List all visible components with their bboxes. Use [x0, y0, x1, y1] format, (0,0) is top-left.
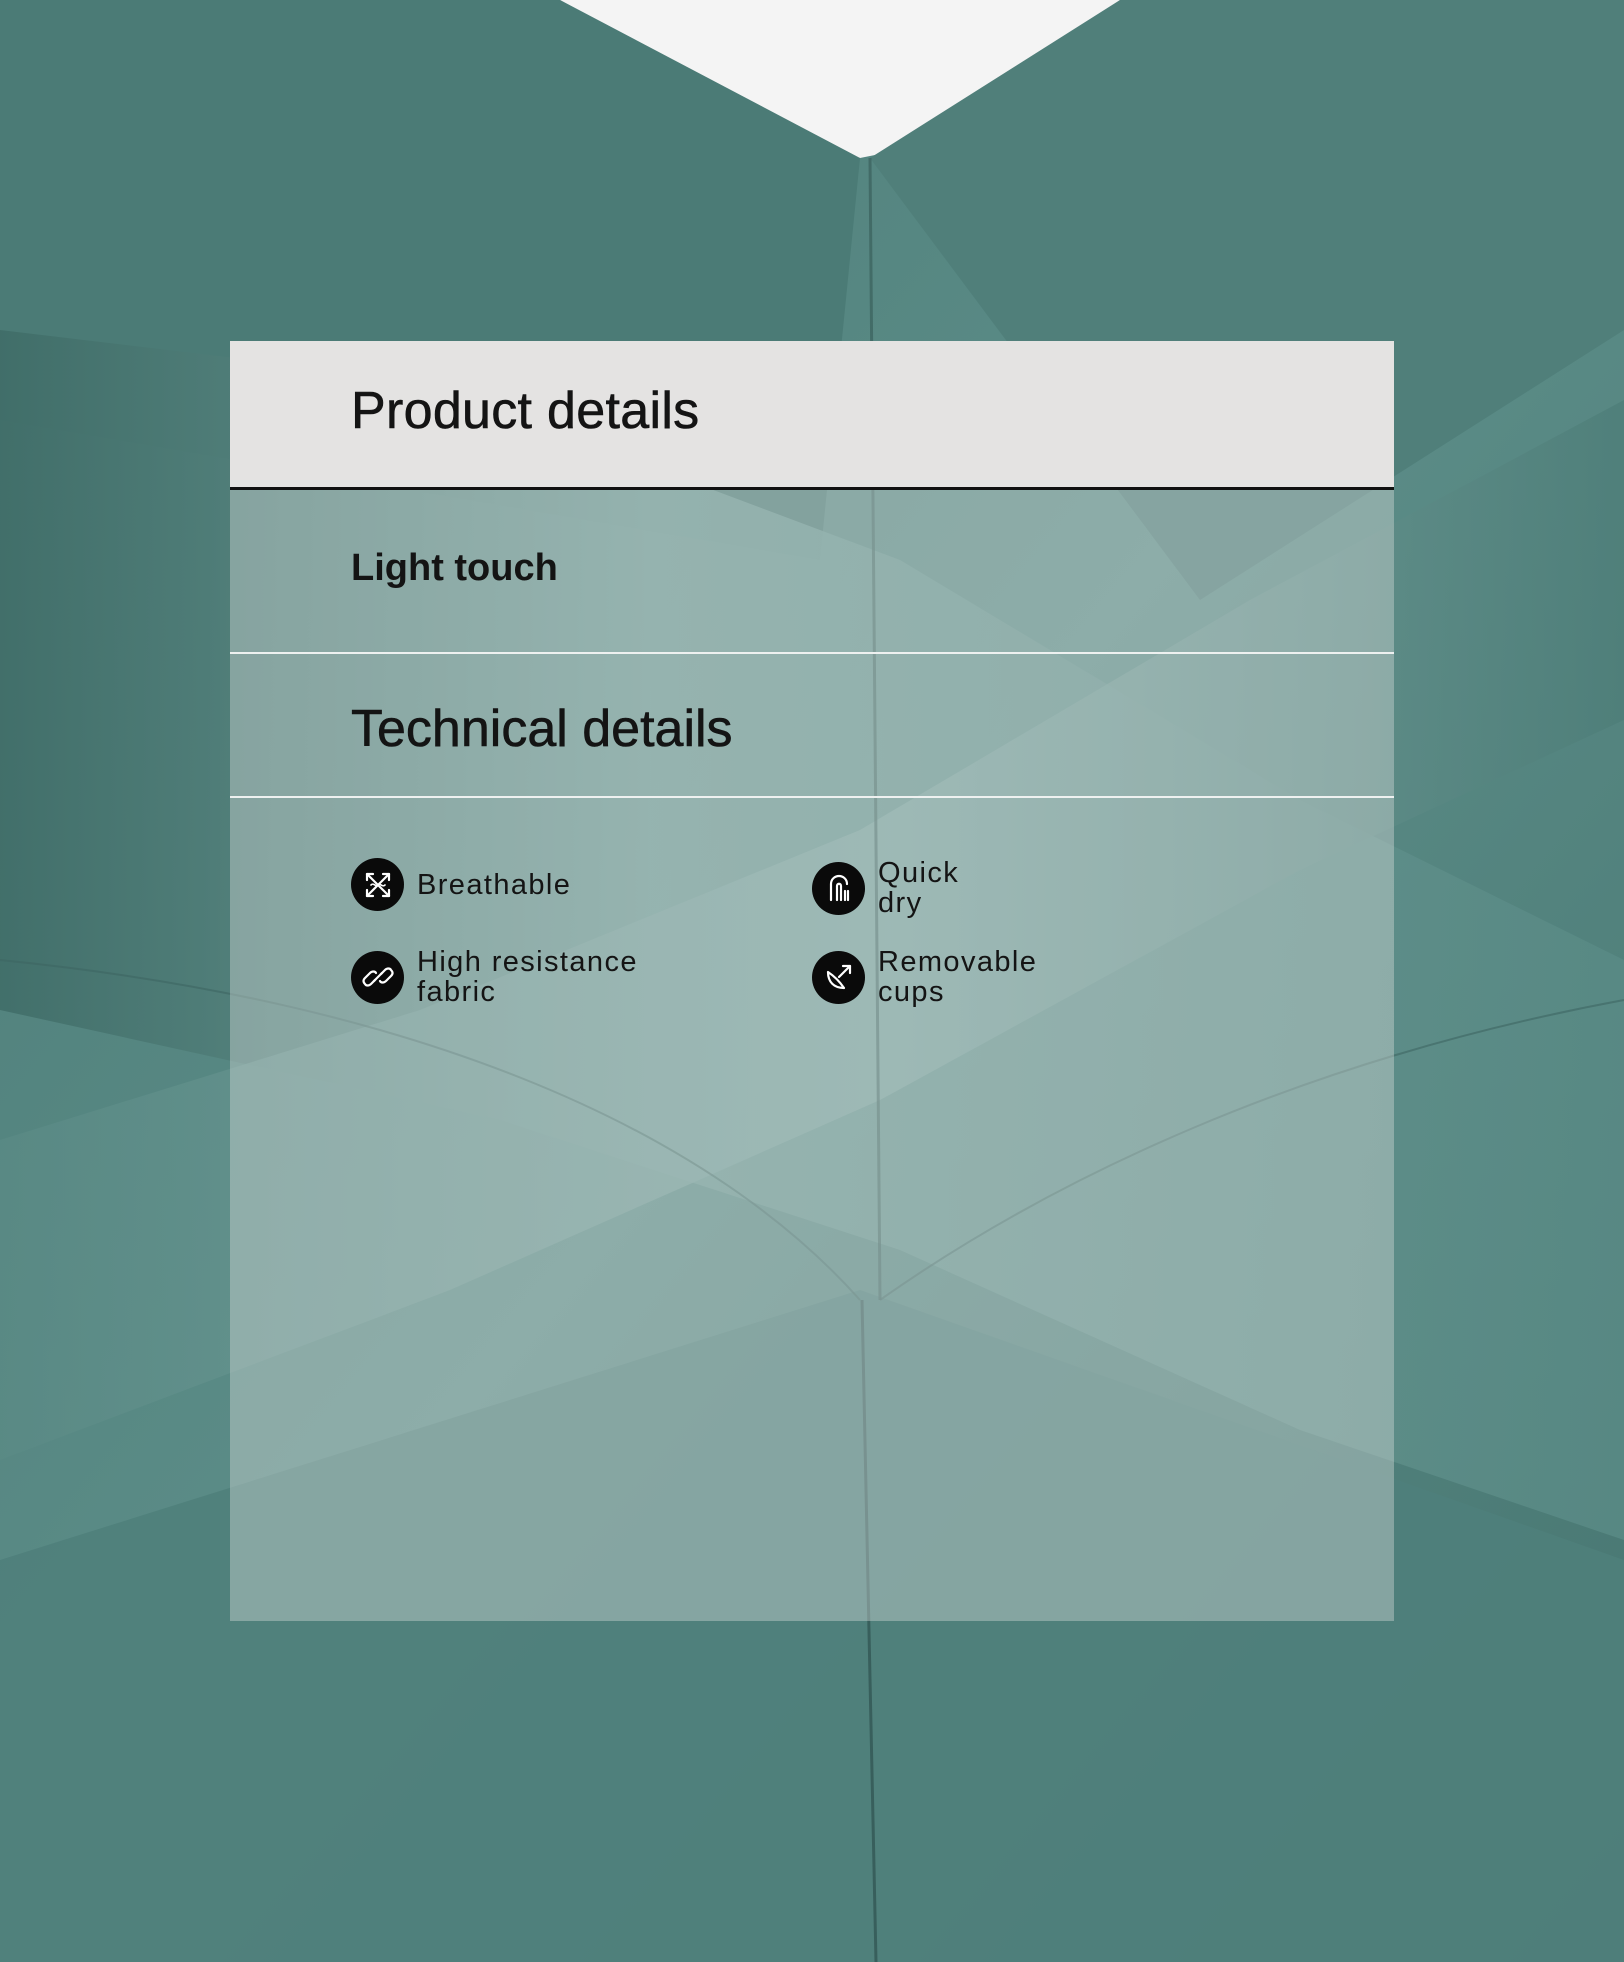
removable-cup-icon	[812, 950, 865, 1004]
panel-title: Product details	[351, 382, 700, 441]
feature-label: Quick dry	[878, 857, 960, 919]
feature-high-resistance-fabric: High resistance fabric	[351, 947, 638, 1007]
chain-link-icon	[351, 950, 404, 1004]
section-divider	[230, 652, 1394, 654]
product-subtitle: Light touch	[351, 547, 558, 589]
feature-label: High resistance fabric	[417, 946, 638, 1008]
feature-breathable: Breathable	[351, 858, 571, 911]
feature-quick-dry: Quick dry	[812, 858, 959, 918]
breathable-arrows-icon	[351, 858, 404, 911]
panel-header: Product details	[230, 341, 1394, 490]
quick-dry-icon	[812, 861, 865, 915]
feature-label: Breathable	[417, 868, 572, 901]
product-details-panel: Product details Light touch Technical de…	[230, 341, 1394, 1621]
feature-label: Removable cups	[878, 946, 1038, 1008]
feature-removable-cups: Removable cups	[812, 947, 1037, 1007]
section-divider	[230, 796, 1394, 798]
technical-details-title: Technical details	[351, 700, 733, 759]
